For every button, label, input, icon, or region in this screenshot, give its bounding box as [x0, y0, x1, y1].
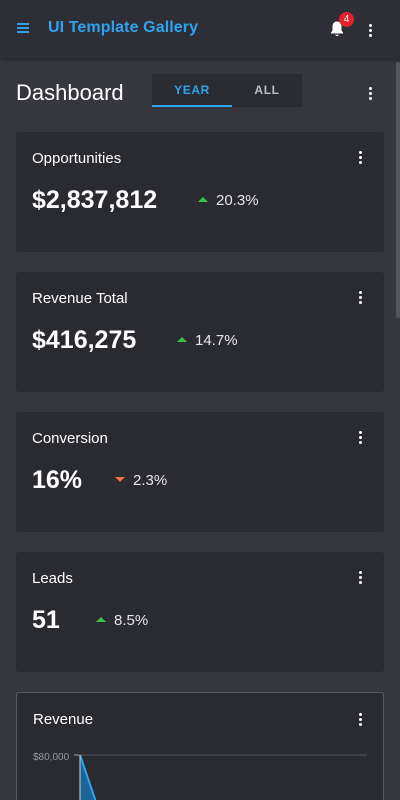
card-more-icon[interactable]	[359, 291, 363, 305]
menu-icon[interactable]	[16, 21, 32, 37]
card-value: 16%	[32, 466, 83, 494]
trend-down-icon	[115, 476, 125, 482]
scrollbar[interactable]	[396, 62, 400, 318]
card-value: 51	[32, 606, 60, 634]
card-more-icon[interactable]	[359, 571, 363, 585]
dashboard-more-icon[interactable]	[369, 87, 373, 101]
card-title: Opportunities	[32, 150, 122, 167]
card-revenue-total: Revenue Total $416,275 14.7%	[16, 272, 384, 392]
card-more-icon[interactable]	[359, 151, 363, 165]
card-value: $2,837,812	[32, 186, 158, 214]
trend-indicator: 14.7%	[177, 332, 238, 349]
card-title: Leads	[32, 570, 73, 587]
period-tabs: YEAR ALL	[152, 74, 302, 107]
y-tick-label: $80,000	[33, 752, 70, 763]
trend-up-icon	[96, 616, 106, 622]
card-title: Revenue Total	[32, 290, 128, 307]
trend-up-icon	[177, 336, 187, 342]
card-opportunities: Opportunities $2,837,812 20.3%	[16, 132, 384, 252]
trend-value: 20.3%	[216, 192, 259, 209]
app-bar: UI Template Gallery 4	[0, 0, 400, 58]
card-conversion: Conversion 16% 2.3%	[16, 412, 384, 532]
notification-badge: 4	[339, 12, 354, 27]
card-leads: Leads 51 8.5%	[16, 552, 384, 672]
revenue-chart: $80,000	[33, 752, 367, 800]
trend-indicator: 8.5%	[96, 612, 148, 629]
trend-value: 14.7%	[195, 332, 238, 349]
card-revenue-chart: Revenue $80,000	[16, 692, 384, 800]
tab-year[interactable]: YEAR	[152, 74, 232, 107]
trend-indicator: 2.3%	[115, 472, 167, 489]
more-vert-icon[interactable]	[369, 24, 373, 38]
trend-value: 2.3%	[133, 472, 168, 489]
trend-value: 8.5%	[114, 612, 149, 629]
app-title: UI Template Gallery	[48, 19, 199, 36]
trend-indicator: 20.3%	[198, 192, 259, 209]
card-value: $416,275	[32, 326, 137, 354]
trend-up-icon	[198, 196, 208, 202]
page-title: Dashboard	[16, 80, 124, 105]
tab-all[interactable]: ALL	[232, 74, 302, 107]
card-more-icon[interactable]	[359, 431, 363, 445]
card-title: Conversion	[32, 430, 108, 447]
